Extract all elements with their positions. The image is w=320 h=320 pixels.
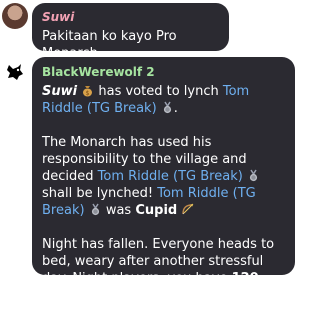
night-text-2: seconds use your actions! xyxy=(42,288,212,303)
message-body: Suwi $ has voted to lynch Tom Riddle (TG… xyxy=(42,83,285,304)
message-bubble-bot[interactable]: BlackWerewolf 2 Suwi $ has voted to lync… xyxy=(32,57,295,303)
medal-icon xyxy=(163,101,171,114)
monarch-text-3: was xyxy=(105,203,136,218)
vote-text: has voted to lynch xyxy=(98,84,223,99)
monarch-paragraph: The Monarch has used his responsibility … xyxy=(42,134,285,219)
bow-arrow-icon xyxy=(182,203,194,215)
sender-name[interactable]: Suwi xyxy=(42,9,219,25)
role-name: Cupid xyxy=(135,203,178,218)
seconds-count: 120 xyxy=(231,271,259,286)
player-link[interactable]: Tom Riddle (TG Break) xyxy=(98,169,243,184)
werewolf-icon xyxy=(7,64,23,80)
chat-view: Suwi Pakitaan ko kayo Pro Monarch BlackW… xyxy=(0,0,295,320)
money-bag-icon: $ xyxy=(83,86,93,97)
svg-text:$: $ xyxy=(86,90,90,97)
night-paragraph: Night has fallen. Everyone heads to bed,… xyxy=(42,236,285,304)
medal-icon xyxy=(249,169,258,182)
message-bubble-user[interactable]: Suwi Pakitaan ko kayo Pro Monarch xyxy=(32,3,229,61)
sender-name[interactable]: BlackWerewolf 2 xyxy=(42,64,285,80)
voter-name: Suwi xyxy=(42,84,78,99)
monarch-text-2: shall be lynched! xyxy=(42,186,158,201)
medal-icon xyxy=(91,203,99,216)
vote-end: . xyxy=(173,101,178,116)
bot-avatar[interactable] xyxy=(4,61,26,83)
user-avatar[interactable] xyxy=(2,3,28,29)
vote-paragraph: Suwi $ has voted to lynch Tom Riddle (TG… xyxy=(42,83,285,117)
